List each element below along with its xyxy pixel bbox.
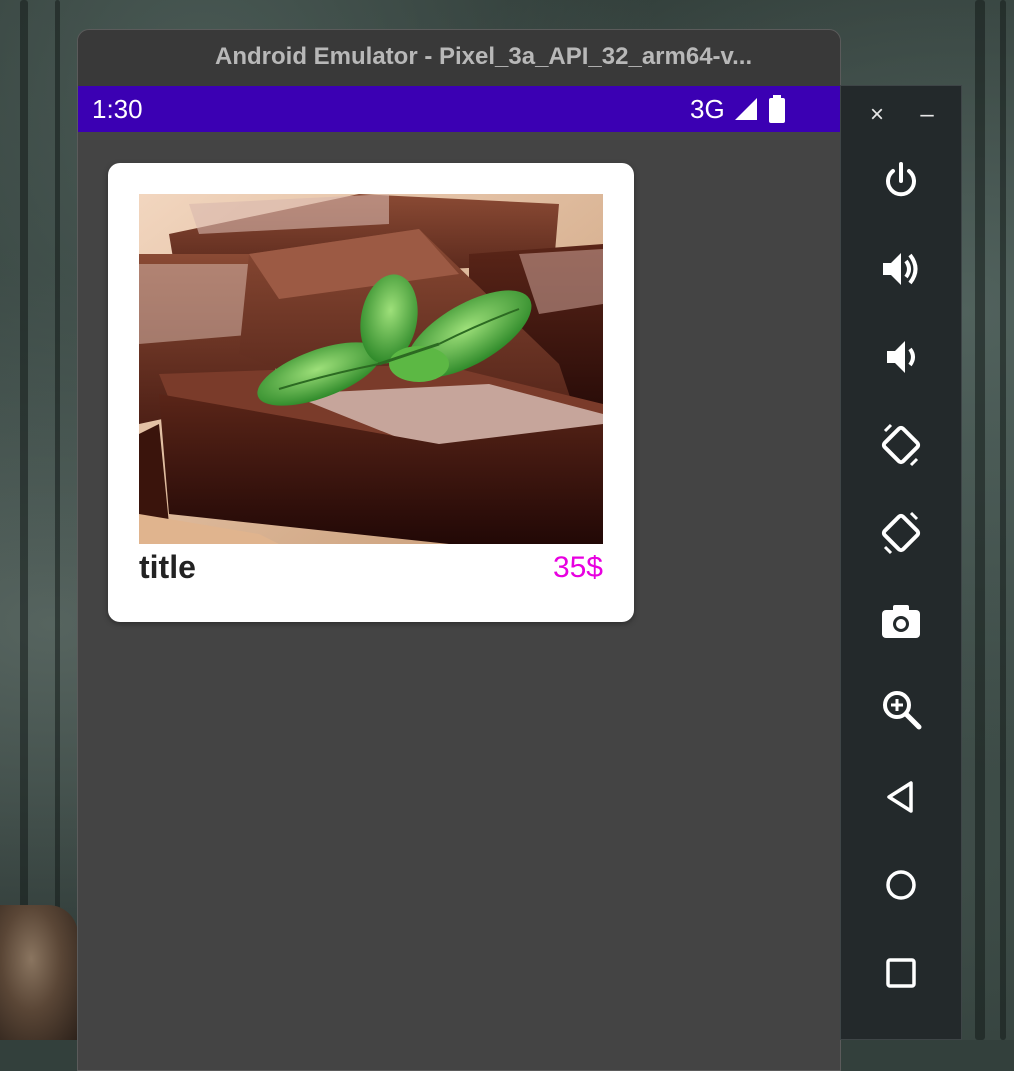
brownie-with-mint-photo — [139, 194, 603, 544]
rotate-right-button[interactable] — [877, 509, 925, 557]
emulator-window: Android Emulator - Pixel_3a_API_32_arm64… — [77, 29, 841, 1071]
volume-down-icon — [887, 341, 915, 373]
power-icon — [886, 162, 916, 197]
tree-silhouette — [55, 0, 60, 1040]
volume-up-icon — [883, 253, 918, 285]
android-status-bar: 1:30 3G — [78, 86, 840, 132]
tree-silhouette — [1000, 0, 1006, 1040]
window-title: Android Emulator - Pixel_3a_API_32_arm64… — [215, 43, 753, 70]
close-icon[interactable]: × — [862, 100, 892, 130]
back-button[interactable] — [877, 773, 925, 821]
home-button[interactable] — [877, 861, 925, 909]
status-time: 1:30 — [92, 94, 143, 124]
signal-icon — [734, 98, 757, 120]
product-image — [139, 194, 603, 544]
status-indicators: 3G — [690, 92, 787, 126]
product-card[interactable]: title 35$ — [108, 163, 634, 622]
zoom-button[interactable] — [877, 685, 925, 733]
rotate-left-button[interactable] — [877, 421, 925, 469]
screenshot-button[interactable] — [877, 597, 925, 645]
overview-button[interactable] — [877, 949, 925, 997]
volume-up-button[interactable] — [877, 245, 925, 293]
window-title-bar[interactable]: Android Emulator - Pixel_3a_API_32_arm64… — [78, 30, 840, 86]
overview-icon — [886, 958, 916, 988]
rotate-left-icon — [881, 423, 921, 467]
minimize-icon[interactable]: – — [912, 100, 942, 130]
battery-icon — [768, 95, 785, 123]
desktop-rock — [0, 905, 78, 1040]
app-content: title 35$ — [78, 132, 840, 1070]
back-icon — [887, 781, 913, 813]
zoom-icon — [883, 691, 922, 730]
volume-down-button[interactable] — [877, 333, 925, 381]
product-price: 35$ — [552, 551, 603, 584]
power-button[interactable] — [877, 157, 925, 205]
emulator-toolbar: × – — [840, 85, 962, 1040]
tree-silhouette — [20, 0, 28, 1040]
product-title: title — [139, 549, 196, 585]
rotate-right-icon — [881, 511, 921, 555]
tree-silhouette — [975, 0, 985, 1040]
home-icon — [886, 870, 916, 900]
camera-icon — [882, 605, 920, 638]
network-type: 3G — [690, 93, 725, 124]
